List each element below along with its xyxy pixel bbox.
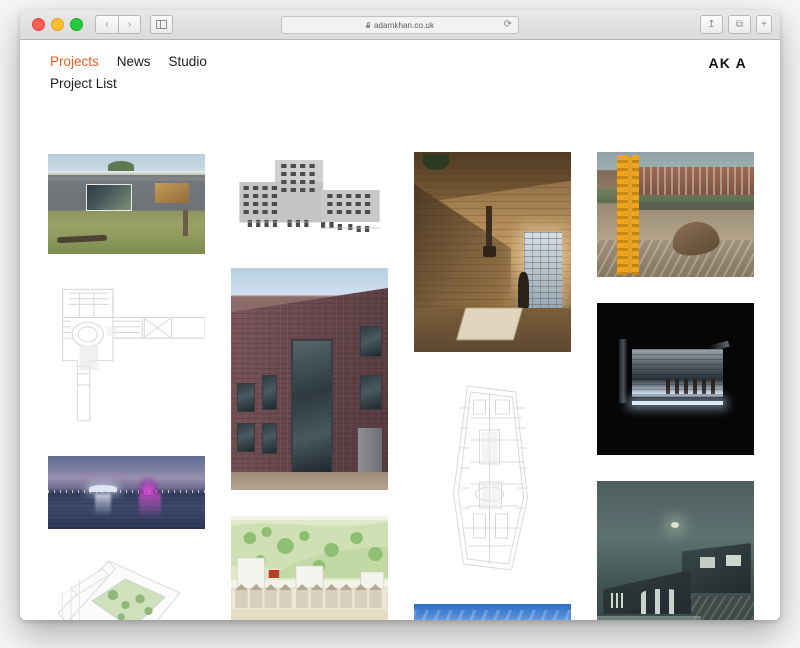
elevation-svg (231, 156, 388, 242)
grid-column-4 (597, 116, 754, 620)
decor-window (262, 375, 276, 411)
decor-window (237, 423, 254, 452)
decor-ground (231, 472, 388, 490)
forward-button[interactable]: › (118, 15, 141, 34)
show-tabs-button[interactable]: ⧉ (728, 15, 751, 34)
decor-roof (48, 171, 205, 175)
decor-white-reflection (95, 494, 111, 516)
sidebar-icon (156, 20, 167, 29)
project-thumb-timber-interior-photo[interactable] (414, 152, 571, 352)
web-page-content: Projects News Studio Project List AK A (20, 40, 780, 620)
project-thumb-night-waterfront-photo[interactable] (48, 456, 205, 529)
share-icon: ↥ (707, 19, 715, 30)
decor-water-ripple (48, 493, 205, 529)
tabs-icon: ⧉ (736, 19, 743, 30)
url-text: adamkhan.co.uk (374, 21, 434, 30)
reload-icon[interactable]: ⟳ (504, 20, 512, 30)
decor-building-right (682, 543, 751, 593)
decor-water (597, 616, 701, 620)
decor-brick-terraces (622, 167, 754, 195)
sub-nav-project-list[interactable]: Project List (50, 76, 780, 91)
floor-plan-svg (48, 280, 205, 430)
maximize-window-button[interactable] (70, 18, 83, 31)
project-thumb-night-gallery-photo[interactable] (597, 303, 754, 455)
decor-window (237, 383, 254, 412)
decor-plant (423, 154, 448, 170)
decor-window (262, 423, 276, 454)
decor-window (524, 232, 562, 308)
decor-moon (671, 522, 679, 528)
grid-column-3 (414, 116, 571, 620)
decor-road (619, 202, 754, 210)
navigation-buttons: ‹ › (95, 15, 173, 34)
browser-toolbar: ‹ › adamkhan.co.uk ⟳ ↥ (20, 10, 780, 40)
decor-dome (89, 485, 117, 492)
project-thumb-concrete-house-photo[interactable] (48, 154, 205, 254)
decor-column (619, 339, 627, 403)
lock-icon (366, 22, 371, 28)
forward-chevron-icon: › (128, 19, 131, 30)
decor-pendant-lamp (486, 206, 492, 252)
decor-post (183, 210, 188, 236)
window-controls (32, 18, 83, 31)
project-thumb-construction-site-photo[interactable] (597, 152, 754, 277)
decor-small-windows (611, 593, 625, 608)
project-thumb-brick-building-photo[interactable] (231, 268, 388, 490)
tall-floor-plan-svg (414, 378, 571, 578)
site-logo[interactable]: AK A (708, 55, 747, 71)
address-bar[interactable]: adamkhan.co.uk ⟳ (281, 16, 519, 34)
site-navigation: Projects News Studio Project List (20, 40, 780, 91)
project-thumb-blue-sky-photo[interactable] (414, 604, 571, 620)
decor-tower-crane (617, 155, 628, 275)
masterplan-svg (231, 516, 388, 620)
decor-bin (358, 428, 382, 477)
decor-light-strip (632, 401, 723, 405)
address-bar-content: adamkhan.co.uk (366, 21, 434, 30)
new-tab-button[interactable]: + (756, 15, 772, 34)
nav-item-projects[interactable]: Projects (50, 54, 99, 69)
project-thumb-masterplan-illustration[interactable] (231, 516, 388, 620)
decor-seated-figure (518, 272, 529, 308)
axonometric-svg (48, 555, 205, 620)
project-thumb-axonometric-landscape[interactable] (48, 555, 205, 620)
decor-colonnade (641, 589, 682, 614)
share-button[interactable]: ↥ (700, 15, 723, 34)
back-button[interactable]: ‹ (95, 15, 118, 34)
main-nav-row: Projects News Studio (50, 54, 780, 69)
project-thumb-elevation-drawing[interactable] (231, 156, 388, 242)
nav-item-news[interactable]: News (117, 54, 151, 69)
decor-sunlight-patch (457, 308, 523, 340)
decor-entrance-glazing (291, 339, 333, 477)
sidebar-toggle-button[interactable] (150, 15, 173, 34)
nav-item-studio[interactable]: Studio (169, 54, 207, 69)
project-thumb-teal-render[interactable] (597, 481, 754, 620)
toolbar-right-buttons: ↥ ⧉ + (700, 15, 772, 34)
back-chevron-icon: ‹ (105, 19, 108, 30)
grid-column-2 (231, 116, 388, 620)
project-thumb-site-plan-drawing[interactable] (48, 280, 205, 430)
decor-rocks (691, 596, 754, 620)
decor-window (360, 326, 382, 357)
project-thumb-tall-floor-plan[interactable] (414, 378, 571, 578)
decor-tower-crane-secondary (632, 155, 639, 275)
decor-pink-reflection (139, 494, 161, 519)
minimize-window-button[interactable] (51, 18, 64, 31)
desktop-background: ‹ › adamkhan.co.uk ⟳ ↥ (0, 0, 800, 648)
plus-icon: + (761, 19, 767, 30)
close-window-button[interactable] (32, 18, 45, 31)
project-image-grid (48, 116, 754, 620)
decor-log (57, 235, 107, 244)
decor-figures (666, 379, 716, 394)
decor-window (360, 375, 382, 411)
safari-browser-window: ‹ › adamkhan.co.uk ⟳ ↥ (20, 10, 780, 620)
grid-column-1 (48, 116, 205, 620)
